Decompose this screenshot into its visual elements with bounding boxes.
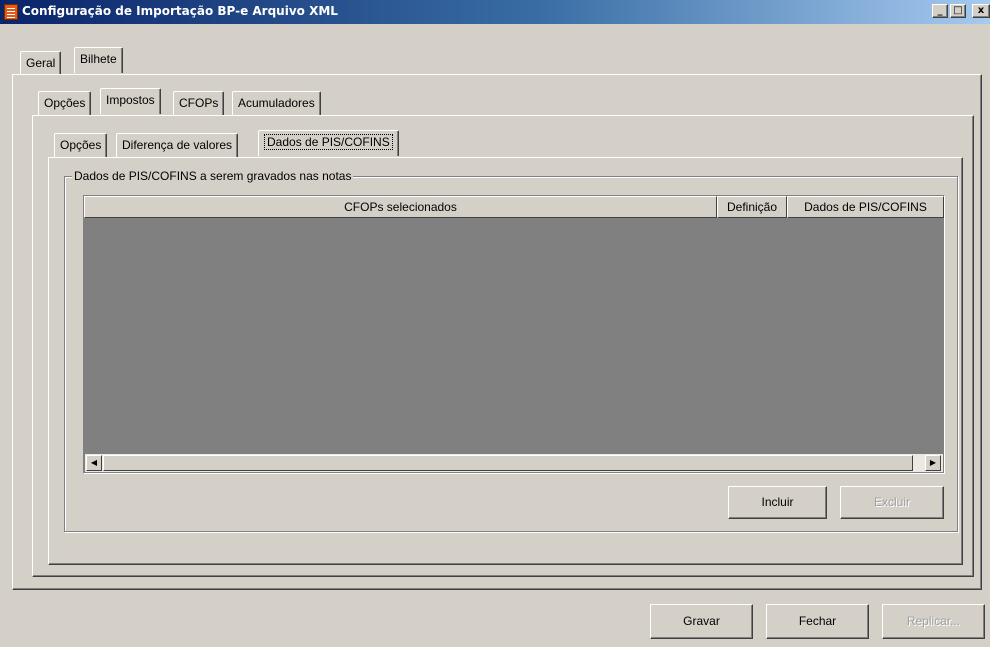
tab-label: Acumuladores: [238, 96, 315, 110]
tab-label: Dados de PIS/COFINS: [264, 134, 393, 150]
tab-label: Geral: [26, 56, 56, 70]
tab-opcoes[interactable]: Opções: [38, 91, 92, 115]
tab-label: Diferença de valores: [122, 138, 233, 152]
column-header-definicao[interactable]: Definição: [717, 196, 787, 218]
tab-label: Impostos: [106, 93, 155, 107]
tab-geral[interactable]: Geral: [20, 51, 62, 75]
tab-impostos[interactable]: Impostos: [100, 88, 161, 114]
cfops-grid[interactable]: CFOPs selecionados Definição Dados de PI…: [83, 195, 945, 474]
maximize-button[interactable]: □: [950, 4, 966, 18]
tab-bilhete[interactable]: Bilhete: [74, 47, 123, 73]
close-icon: x: [977, 5, 985, 16]
tab-label: Opções: [60, 138, 102, 152]
replicar-button[interactable]: Replicar...: [882, 604, 985, 639]
column-header-dados-pis-cofins[interactable]: Dados de PIS/COFINS: [787, 196, 944, 218]
tab-label: Opções: [44, 96, 86, 110]
scroll-right-button[interactable]: ▶: [925, 455, 941, 471]
minimize-button[interactable]: _: [932, 4, 948, 18]
incluir-button[interactable]: Incluir: [728, 486, 827, 519]
tab-label: Bilhete: [80, 52, 117, 66]
arrow-right-icon: ▶: [929, 458, 937, 467]
horizontal-scrollbar[interactable]: ◀ ▶: [85, 454, 943, 472]
tab-label: CFOPs: [179, 96, 219, 110]
gravar-button[interactable]: Gravar: [650, 604, 753, 639]
app-document-icon: [4, 4, 18, 20]
minimize-icon: _: [937, 5, 943, 16]
maximize-icon: □: [953, 5, 963, 16]
tab-cfops[interactable]: CFOPs: [173, 91, 225, 115]
title-bar[interactable]: Configuração de Importação BP-e Arquivo …: [0, 0, 990, 24]
group-box-label: Dados de PIS/COFINS a serem gravados nas…: [72, 169, 354, 183]
tab-dados-pis-cofins[interactable]: Dados de PIS/COFINS: [258, 130, 399, 156]
fechar-button[interactable]: Fechar: [766, 604, 869, 639]
scroll-thumb[interactable]: [103, 455, 913, 471]
column-header-cfops-selecionados[interactable]: CFOPs selecionados: [84, 196, 717, 218]
arrow-left-icon: ◀: [90, 458, 98, 467]
tab-diferenca-valores[interactable]: Diferença de valores: [116, 133, 239, 157]
tab-opcoes-impostos[interactable]: Opções: [54, 133, 108, 157]
tab-acumuladores[interactable]: Acumuladores: [232, 91, 321, 115]
excluir-button[interactable]: Excluir: [840, 486, 944, 519]
close-button[interactable]: x: [972, 4, 990, 18]
scroll-left-button[interactable]: ◀: [86, 455, 102, 471]
window-title: Configuração de Importação BP-e Arquivo …: [22, 4, 338, 18]
